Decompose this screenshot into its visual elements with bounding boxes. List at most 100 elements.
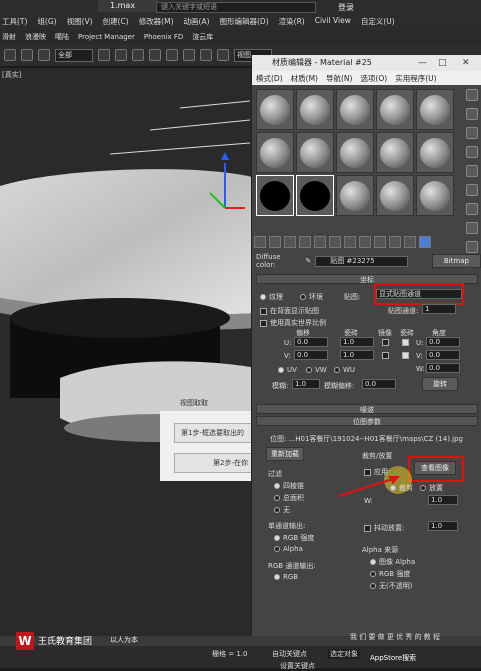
maximize-icon[interactable]: □: [438, 55, 447, 71]
sample-slot[interactable]: [416, 89, 454, 130]
redo-icon[interactable]: [21, 49, 33, 61]
file-tab[interactable]: 1.max: [98, 0, 158, 12]
offset-u-field[interactable]: 0.0: [294, 337, 328, 347]
placement-icon[interactable]: [217, 49, 229, 61]
mirror-u-check[interactable]: [382, 338, 392, 347]
plugin-menu-item[interactable]: 滑射: [2, 32, 16, 42]
make-unique-icon[interactable]: [329, 236, 341, 248]
step1-button[interactable]: 第1步-框选要取出的: [174, 423, 252, 443]
sample-slot[interactable]: [296, 89, 334, 130]
background-icon[interactable]: [466, 127, 478, 139]
sample-slot[interactable]: [336, 89, 374, 130]
menu-rendering[interactable]: 渲染(R): [279, 16, 305, 28]
vw-radio[interactable]: VW: [306, 366, 327, 374]
menu-navigation[interactable]: 导航(N): [326, 73, 352, 84]
noise-rollout[interactable]: 噪波: [256, 404, 478, 414]
environment-radio[interactable]: 环境: [300, 292, 323, 302]
sample-slot[interactable]: [376, 132, 414, 173]
mirror-v-check[interactable]: [382, 351, 392, 360]
backlight-icon[interactable]: [466, 108, 478, 120]
uv-tiling-icon[interactable]: [466, 146, 478, 158]
sample-slot[interactable]: [256, 132, 294, 173]
sample-slot[interactable]: [376, 89, 414, 130]
menu-animation[interactable]: 动画(A): [184, 16, 210, 28]
rgb-output-radio[interactable]: RGB: [274, 573, 298, 581]
sample-slot[interactable]: [296, 132, 334, 173]
w-field[interactable]: 1.0: [428, 495, 458, 505]
scale-icon[interactable]: [200, 49, 212, 61]
select-by-name-icon[interactable]: [115, 49, 127, 61]
material-id-icon[interactable]: [359, 236, 371, 248]
window-crossing-icon[interactable]: [149, 49, 161, 61]
filter-pyramidal-radio[interactable]: 四棱锥: [274, 481, 304, 491]
mono-rgb-intensity-radio[interactable]: RGB 强度: [274, 533, 314, 543]
reload-button[interactable]: 重新加载: [266, 447, 304, 461]
sample-type-icon[interactable]: [466, 89, 478, 101]
login-button[interactable]: 登录: [338, 2, 354, 13]
filter-summed-radio[interactable]: 总面积: [274, 493, 304, 503]
sample-slot[interactable]: [416, 175, 454, 216]
link-icon[interactable]: [38, 49, 50, 61]
bitmap-parameters-rollout[interactable]: 位图参数: [256, 416, 478, 426]
menu-create[interactable]: 创建(C): [103, 16, 129, 28]
menu-options[interactable]: 选项(O): [360, 73, 387, 84]
rotate-icon[interactable]: [183, 49, 195, 61]
tiling-u-field[interactable]: 1.0: [340, 337, 374, 347]
set-key-button[interactable]: 设置关键点: [280, 661, 315, 671]
sample-slot[interactable]: [416, 132, 454, 173]
show-map-on-back-check[interactable]: 在背面显示贴图: [260, 306, 319, 316]
mono-alpha-radio[interactable]: Alpha: [274, 545, 303, 553]
alpha-rgb-radio[interactable]: RGB 强度: [370, 569, 410, 579]
copy-material-icon[interactable]: [314, 236, 326, 248]
place-radio[interactable]: 放置: [420, 483, 443, 493]
alpha-image-radio[interactable]: 图像 Alpha: [370, 557, 415, 567]
show-map-icon[interactable]: [374, 236, 386, 248]
search-input[interactable]: 键入关键字或短语: [156, 2, 316, 13]
close-icon[interactable]: ✕: [462, 55, 470, 71]
menu-modifiers[interactable]: 修改器(M): [139, 16, 174, 28]
minimize-icon[interactable]: —: [418, 55, 427, 71]
make-preview-icon[interactable]: [466, 184, 478, 196]
map-name-field[interactable]: 贴图 #23275: [315, 255, 408, 267]
assign-material-icon[interactable]: [284, 236, 296, 248]
angle-v-field[interactable]: 0.0: [426, 350, 460, 360]
jitter-field[interactable]: 1.0: [428, 521, 458, 531]
filter-none-radio[interactable]: 无: [274, 505, 290, 515]
viewport-label[interactable]: [真实]: [2, 70, 21, 80]
menu-tools[interactable]: 工具(T): [2, 16, 27, 28]
real-world-check[interactable]: 使用真实世界比例: [260, 318, 326, 328]
bitmap-path[interactable]: 位图: ...H01客餐厅\191024--H01客餐厅\maps\CZ (14…: [270, 434, 478, 444]
select-object-icon[interactable]: [98, 49, 110, 61]
offset-v-field[interactable]: 0.0: [294, 350, 328, 360]
menu-mode[interactable]: 模式(D): [256, 73, 283, 84]
blur-offset-field[interactable]: 0.0: [362, 379, 396, 389]
map-type-button[interactable]: Bitmap: [431, 254, 481, 268]
uv-radio[interactable]: UV: [278, 366, 297, 374]
sample-slot[interactable]: [256, 89, 294, 130]
wu-radio[interactable]: WU: [334, 366, 355, 374]
sample-slot-active[interactable]: [296, 175, 334, 216]
video-check-icon[interactable]: [466, 165, 478, 177]
project-manager-menu[interactable]: Project Manager: [78, 33, 135, 41]
get-material-icon[interactable]: [254, 236, 266, 248]
menu-group[interactable]: 组(G): [37, 16, 56, 28]
rect-selection-icon[interactable]: [132, 49, 144, 61]
selection-filter-dropdown[interactable]: 全部: [55, 48, 93, 62]
perspective-viewport[interactable]: [真实]: [0, 68, 256, 636]
eyedropper-icon[interactable]: ✎: [305, 257, 311, 265]
rotate-button[interactable]: 旋转: [422, 377, 458, 391]
phoenix-fd-menu[interactable]: Phoenix FD: [144, 33, 183, 41]
angle-w-field[interactable]: 0.0: [426, 363, 460, 373]
menu-civil-view[interactable]: Civil View: [315, 16, 351, 28]
step2-button[interactable]: 第2步-在你: [174, 453, 252, 473]
menu-graph-editors[interactable]: 图形编辑器(D): [220, 16, 269, 28]
menu-views[interactable]: 视图(V): [67, 16, 93, 28]
texture-radio[interactable]: 纹理: [260, 292, 283, 302]
sample-slot[interactable]: [376, 175, 414, 216]
undo-icon[interactable]: [4, 49, 16, 61]
tile-v-check[interactable]: [402, 351, 412, 360]
angle-u-field[interactable]: 0.0: [426, 337, 460, 347]
options-icon[interactable]: [466, 203, 478, 215]
sample-slot[interactable]: [336, 175, 374, 216]
tile-u-check[interactable]: [402, 338, 412, 347]
